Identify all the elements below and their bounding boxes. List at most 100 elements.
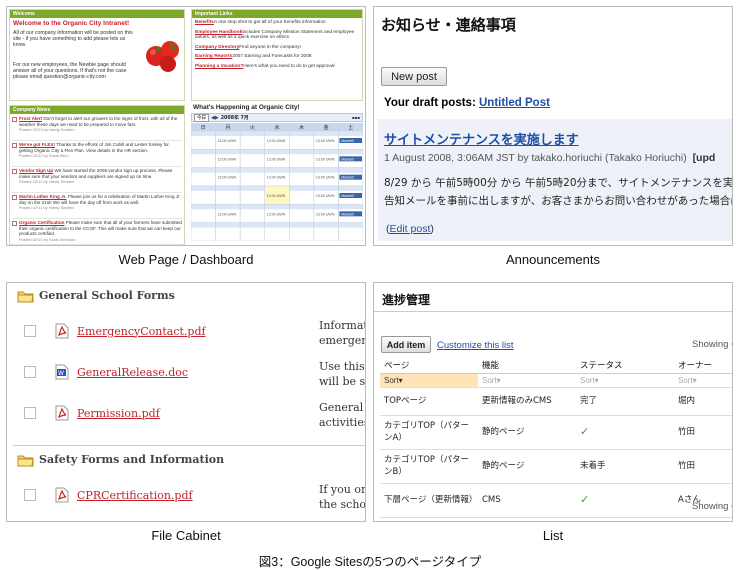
sort-label: Sort: [384, 375, 399, 385]
important-link[interactable]: Company Directory: [195, 45, 239, 50]
calendar-event[interactable]: 13:00 UWN: [218, 212, 237, 216]
file-row: CPRCertification.pdf If you or y the schoo…: [7, 481, 365, 515]
calendar-event[interactable]: 13:00 UWN: [316, 157, 335, 161]
important-link-item: Company DirectoryFind anyone in the comp…: [195, 45, 359, 51]
important-link[interactable]: Benefits: [195, 20, 214, 25]
list-column-header[interactable]: 機能: [478, 357, 576, 373]
calendar-event[interactable]: 13:00 UWN: [267, 139, 286, 143]
important-link-item: Earning Reports2007 Earning and Forecast…: [195, 54, 359, 60]
news-body: Don't forget to alert our growers to the…: [19, 116, 178, 127]
important-link[interactable]: Planning a Vacation?: [195, 64, 243, 69]
calendar-tag-label: Market!!: [341, 176, 354, 180]
list-row[interactable]: カテゴリTOP（パターンB） 静的ページ 未着手 竹田: [380, 449, 732, 483]
news-title[interactable]: Organic Certification: [19, 220, 64, 225]
important-link-item: BenefitsA one stop shot to get all of yo…: [195, 20, 359, 26]
important-link[interactable]: Employee Handbook: [195, 30, 242, 35]
calendar-event[interactable]: 13:00 UWN: [218, 176, 237, 180]
news-item: Martin Luther King Jr. Please join us fo…: [12, 193, 182, 219]
calendar-event[interactable]: 13:00 UWN: [316, 194, 335, 198]
sort-label: Sort: [580, 375, 595, 385]
calendar-next-icon[interactable]: ▶: [215, 115, 219, 121]
sort-cell[interactable]: Sort▾: [380, 373, 478, 388]
calendar-event[interactable]: 13:00 UWN: [218, 157, 237, 161]
draft-link[interactable]: Untitled Post: [479, 97, 550, 109]
calendar-event[interactable]: 13:00 UWN: [267, 176, 286, 180]
calendar-tag-label: Market!!: [341, 157, 354, 161]
list-column-header[interactable]: ページ: [380, 357, 478, 373]
calendar-day-header: 火: [250, 125, 255, 131]
file-checkbox[interactable]: [24, 325, 36, 337]
file-row: EmergencyContact.pdf Informati emergency: [7, 317, 365, 351]
add-item-button[interactable]: Add item: [381, 336, 431, 353]
file-row: Permission.pdf General re activities: [7, 399, 365, 433]
calendar-day-header: 木: [299, 124, 304, 131]
calendar-today-button[interactable]: 今日: [194, 113, 209, 122]
edit-post-link[interactable]: Edit post: [390, 223, 431, 235]
calendar-event[interactable]: 13:00 UWN: [267, 194, 286, 198]
list-row[interactable]: 下層ページ（更新情報） CMS ✓ Aさん: [380, 483, 732, 517]
announcements-panel: お知らせ・連絡事項 New post Your draft posts: Unt…: [373, 6, 733, 246]
sort-cell[interactable]: Sort▾: [674, 373, 732, 388]
news-icon: [12, 117, 17, 122]
folder-name: Safety Forms and Information: [39, 452, 225, 466]
file-link[interactable]: CPRCertification.pdf: [77, 489, 193, 502]
list-cell: 下層ページ（更新情報）: [384, 495, 478, 505]
welcome-box: Welcome Welcome to the Organic City Intr…: [9, 9, 185, 101]
calendar-event[interactable]: 13:00 UWN: [267, 157, 286, 161]
calendar-event[interactable]: 13:00 UWN: [218, 139, 237, 143]
calendar-week-band: [191, 149, 363, 155]
calendar-event[interactable]: 13:00 UWN: [316, 139, 335, 143]
important-link-desc: Find anyone in the company!: [239, 44, 301, 50]
news-title[interactable]: Martin Luther King Jr.: [19, 194, 66, 199]
draft-label: Your draft posts:: [384, 97, 476, 109]
news-item: Frost Alert Don't forget to alert our gr…: [12, 115, 182, 141]
chevron-down-icon[interactable]: ▾: [731, 504, 732, 511]
file-link[interactable]: Permission.pdf: [77, 407, 160, 420]
folder-header[interactable]: General School Forms: [17, 288, 175, 303]
file-link[interactable]: EmergencyContact.pdf: [77, 325, 206, 338]
sort-cell[interactable]: Sort▾: [478, 373, 576, 388]
list-row[interactable]: TOPページ 更新情報のみCMS 完了 堀内: [380, 387, 732, 415]
important-link[interactable]: Earning Reports: [195, 54, 232, 59]
news-text: Martin Luther King Jr. Please join us fo…: [19, 194, 182, 218]
calendar-event[interactable]: 13:00 UWN: [316, 212, 335, 216]
news-item: We've got FLEX! Thanks to the efforts of…: [12, 141, 182, 167]
calendar-view-tabs[interactable]: ▪▪▪: [352, 115, 360, 120]
happening-title: What's Happening at Organic City!: [193, 104, 300, 111]
chevron-down-icon[interactable]: ▾: [731, 342, 732, 349]
list-table: ページ 機能 ステータス オーナー Sort▾ Sort▾ Sort▾ Sort▾ TOPページ…: [380, 357, 732, 518]
news-title[interactable]: We've got FLEX!: [19, 142, 55, 147]
news-title[interactable]: Frost Alert: [19, 116, 42, 121]
pdf-file-icon: [55, 487, 69, 503]
file-checkbox[interactable]: [24, 366, 36, 378]
list-column-header[interactable]: オーナー: [674, 357, 732, 373]
welcome-text-1: All of our company information will be p…: [13, 30, 133, 48]
customize-list-link[interactable]: Customize this list: [437, 340, 514, 351]
pdf-file-icon: [55, 323, 69, 339]
edit-post: (Edit post): [386, 223, 434, 235]
news-posted: Posted 02/11 by Hardy Sedden: [19, 205, 75, 211]
post-title[interactable]: サイトメンテナンスを実施します: [384, 129, 579, 148]
file-link[interactable]: GeneralRelease.doc: [77, 366, 188, 379]
folder-header[interactable]: Safety Forms and Information: [17, 452, 225, 467]
calendar-month: 2008年 7月: [220, 116, 249, 121]
post-body-2: 告知メールを事前に出しますが、お客さまからお問い合わせがあった場合は: [384, 195, 733, 207]
file-checkbox[interactable]: [24, 407, 36, 419]
figure-caption: 図3：Google Sitesの5つのページタイプ: [258, 555, 482, 569]
folder-icon: [17, 288, 34, 303]
news-title[interactable]: Vendor Sign Up: [19, 168, 53, 173]
file-checkbox[interactable]: [24, 489, 36, 501]
list-cell: 更新情報のみCMS: [482, 396, 552, 406]
sort-label: Sort: [678, 375, 693, 385]
check-icon: ✓: [580, 425, 590, 438]
sort-cell[interactable]: Sort▾: [576, 373, 674, 388]
list-cell: 竹田: [678, 461, 696, 471]
file-name-cell: EmergencyContact.pdf: [55, 323, 206, 339]
list-column-header[interactable]: ステータス: [576, 357, 674, 373]
calendar-week-band: [191, 204, 363, 210]
new-post-button[interactable]: New post: [381, 67, 447, 86]
important-link-desc: A one stop shot to get all of your benef…: [213, 20, 326, 25]
list-row[interactable]: カテゴリTOP（パターンA） 静的ページ ✓ 竹田: [380, 415, 732, 449]
calendar-event[interactable]: 13:00 UWN: [267, 212, 286, 216]
calendar-event[interactable]: 13:00 UWN: [316, 176, 335, 180]
